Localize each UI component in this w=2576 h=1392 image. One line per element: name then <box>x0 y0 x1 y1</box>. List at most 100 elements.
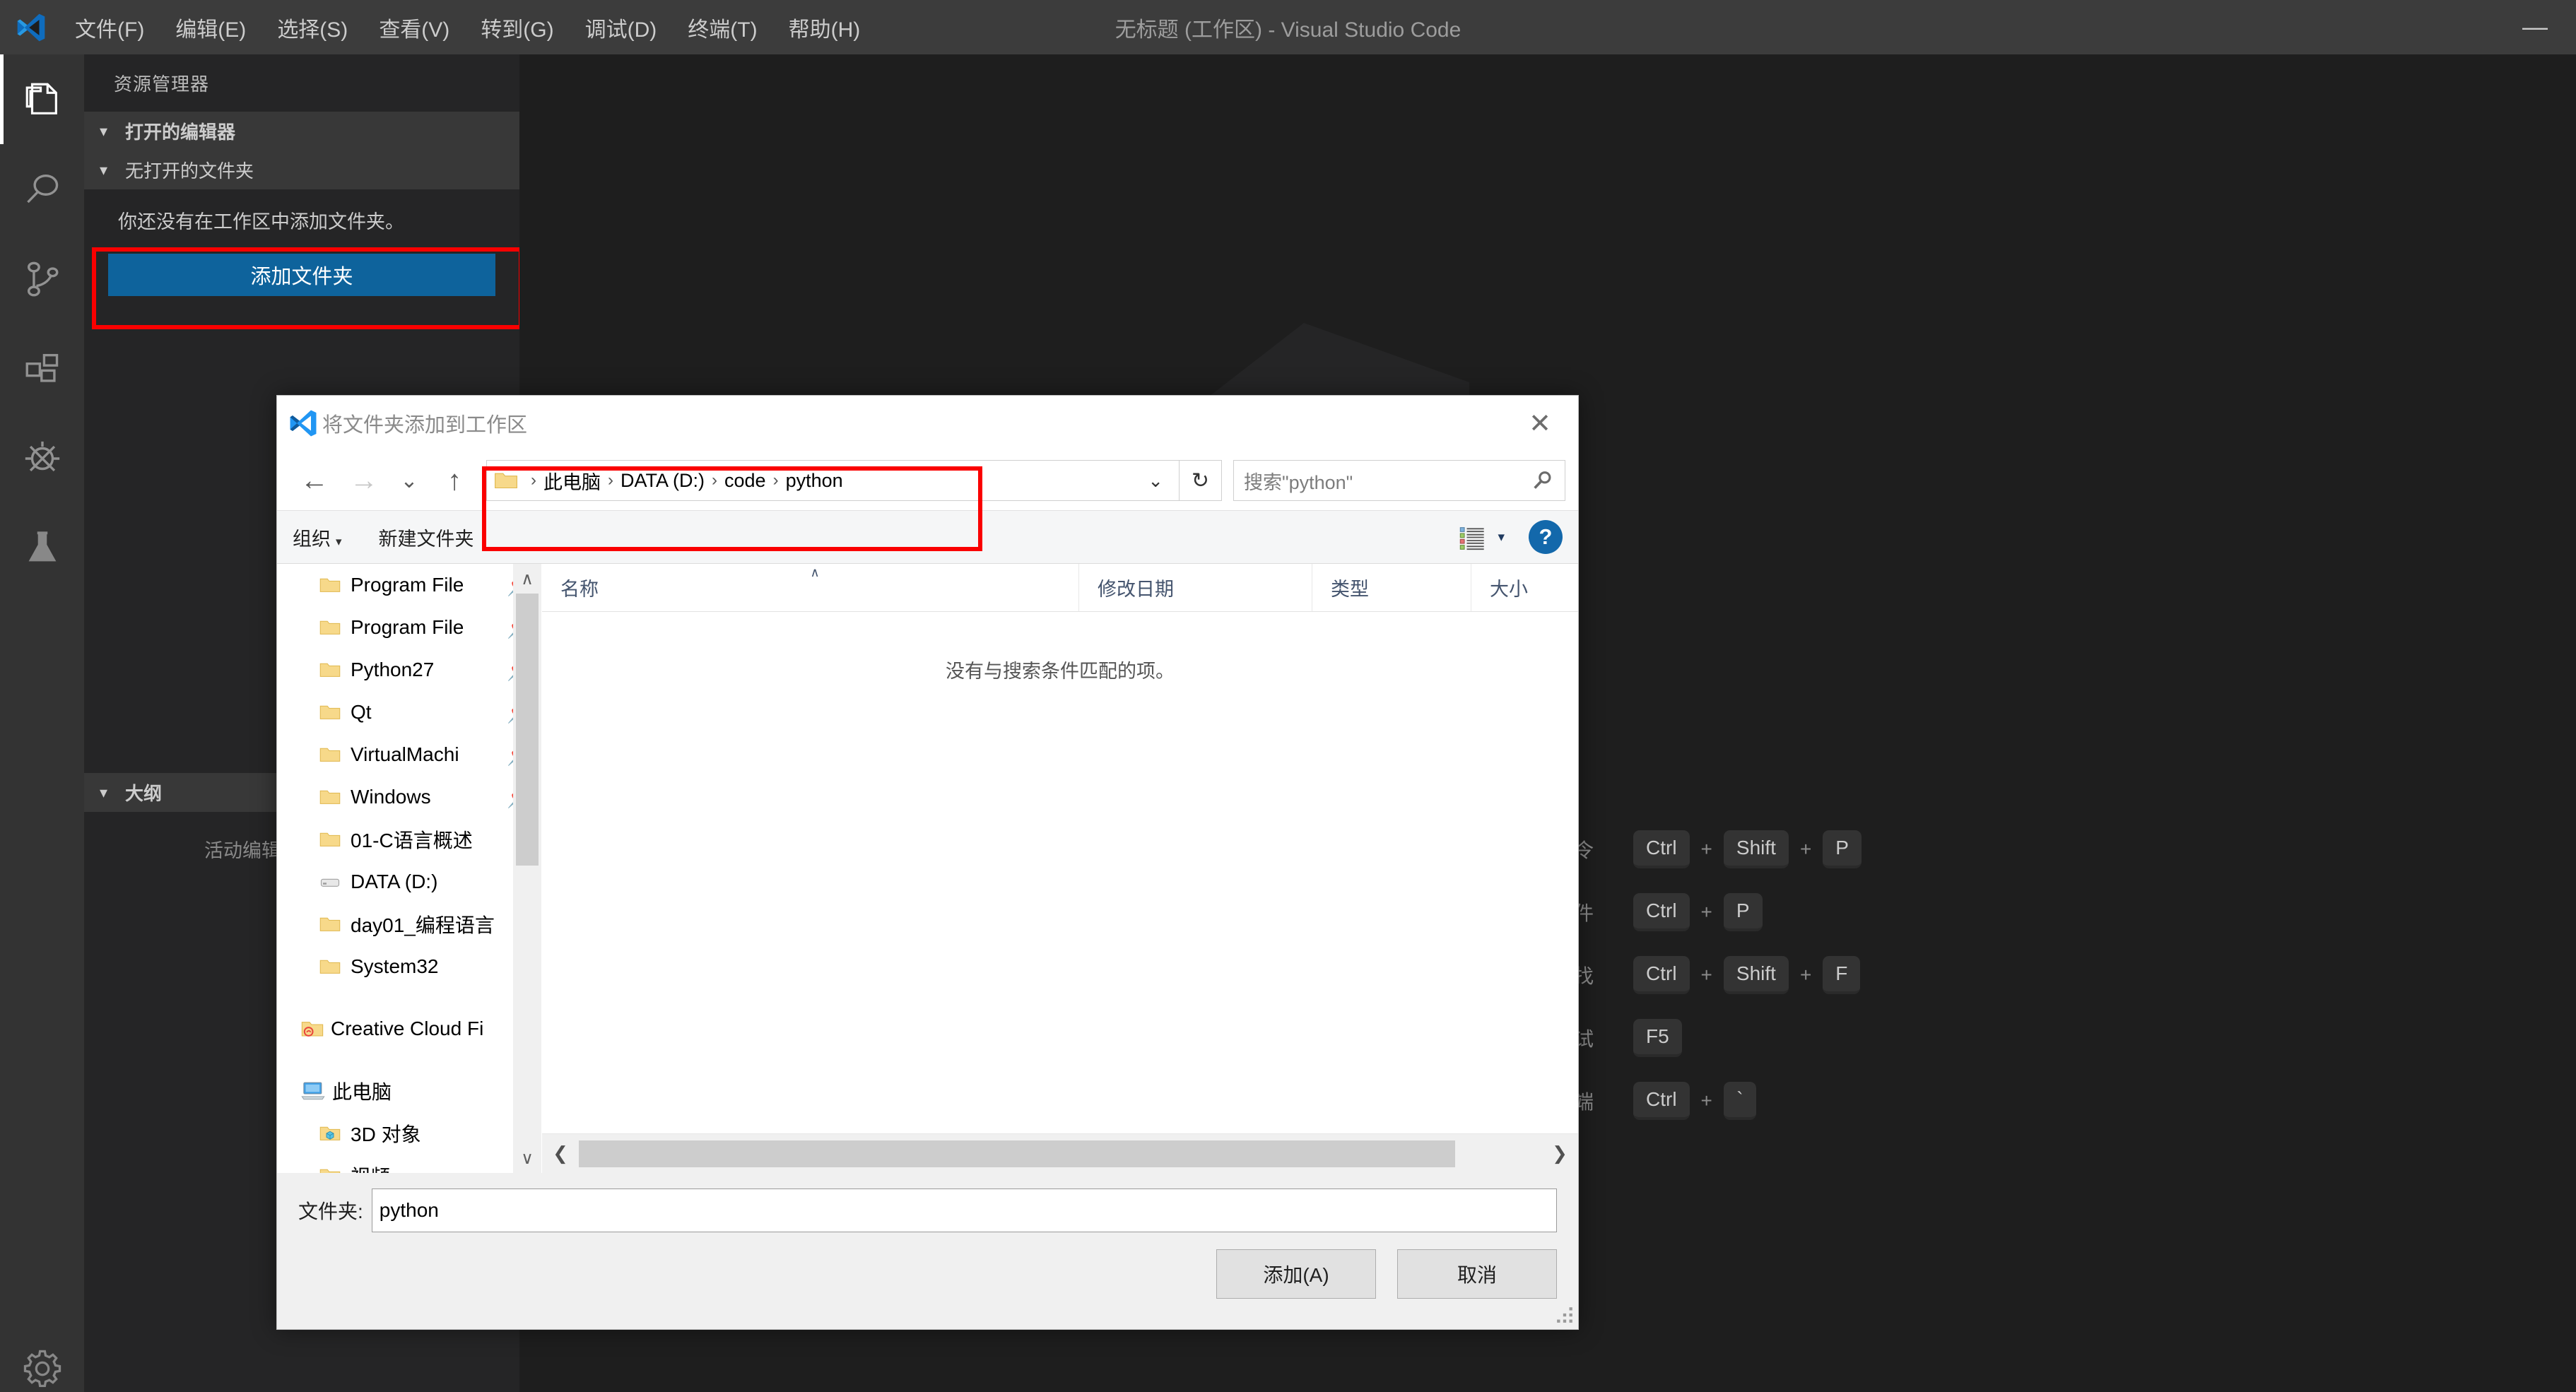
menu-item-help[interactable]: 帮助(H) <box>773 5 876 50</box>
hscroll-left-icon[interactable]: ❮ <box>542 1143 579 1164</box>
refresh-button[interactable]: ↻ <box>1180 460 1222 501</box>
column-header-date-label: 修改日期 <box>1098 579 1174 600</box>
column-header-name[interactable]: ∧ 名称 <box>542 564 1079 611</box>
vscode-logo-icon <box>290 410 317 437</box>
column-header-name-label: 名称 <box>560 579 599 600</box>
empty-workspace-note: 你还没有在工作区中添加文件夹。 <box>118 211 404 232</box>
up-button[interactable]: ↑ <box>430 456 479 505</box>
menu-item-debug[interactable]: 调试(D) <box>570 5 673 50</box>
resize-grip-icon[interactable] <box>1555 1306 1574 1324</box>
activity-item-source-control[interactable] <box>0 234 84 324</box>
dialog-close-button[interactable]: ✕ <box>1502 396 1578 451</box>
plus-sign: + <box>1700 1089 1712 1111</box>
cancel-button[interactable]: 取消 <box>1397 1249 1557 1299</box>
tree-item[interactable]: 此电脑 <box>277 1070 541 1112</box>
tree-item[interactable]: Program File 📌 <box>277 564 541 606</box>
tree-item[interactable]: 01-C语言概述 <box>277 818 541 861</box>
breadcrumb-dropdown-icon[interactable]: ⌄ <box>1136 470 1175 492</box>
tree-item[interactable]: 3D 对象 <box>277 1112 541 1155</box>
dialog-body: Program File 📌 Program File 📌 Python27 📌… <box>277 564 1578 1173</box>
folder-name-label: 文件夹: <box>298 1201 363 1222</box>
file-list-hscrollbar[interactable]: ❮ ❯ <box>542 1133 1578 1173</box>
organize-button[interactable]: 组织 ▾ <box>293 524 342 551</box>
sort-ascending-icon: ∧ <box>810 565 820 579</box>
folder-name-input[interactable]: python <box>371 1188 1557 1232</box>
folder-icon <box>319 663 341 677</box>
tree-item[interactable]: Program File 📌 <box>277 606 541 649</box>
column-header-date-modified[interactable]: 修改日期 <box>1079 564 1312 611</box>
add-button[interactable]: 添加(A) <box>1216 1249 1376 1299</box>
menu-item-view[interactable]: 查看(V) <box>363 5 465 50</box>
dialog-titlebar: 将文件夹添加到工作区 ✕ <box>277 396 1578 451</box>
organize-label: 组织 <box>293 528 331 550</box>
back-button[interactable]: ← <box>290 456 339 505</box>
tree-item-label: System32 <box>351 955 439 977</box>
tree-scrollbar[interactable]: ∧ ∨ <box>513 564 541 1173</box>
folder-icon <box>319 748 341 762</box>
column-header-type[interactable]: 类型 <box>1312 564 1471 611</box>
tree-item[interactable]: Creative Cloud Fi <box>277 1008 541 1050</box>
plus-sign: + <box>1700 963 1712 986</box>
activity-item-search[interactable] <box>0 144 84 234</box>
breadcrumb-item-code[interactable]: code <box>724 470 766 492</box>
forward-button[interactable]: → <box>339 456 389 505</box>
folder-icon <box>495 473 517 489</box>
breadcrumb-item-this-pc[interactable]: 此电脑 <box>543 467 601 495</box>
tree-item[interactable]: Windows 📌 <box>277 776 541 818</box>
tree-item-label: Qt <box>351 701 372 723</box>
tree-item[interactable]: day01_编程语言 <box>277 903 541 945</box>
menu-item-selection[interactable]: 选择(S) <box>261 5 363 50</box>
menu-item-terminal[interactable]: 终端(T) <box>672 5 772 50</box>
menu-item-file[interactable]: 文件(F) <box>59 5 160 50</box>
tree-item[interactable]: DATA (D:) <box>277 861 541 903</box>
key-cap: P <box>1823 830 1862 868</box>
key-cap: P <box>1723 892 1763 931</box>
videos-icon <box>319 1169 341 1173</box>
activity-item-debug[interactable] <box>0 413 84 503</box>
column-header-size[interactable]: 大小 <box>1471 564 1563 611</box>
new-folder-button[interactable]: 新建文件夹 <box>379 524 474 551</box>
places-tree: Program File 📌 Program File 📌 Python27 📌… <box>277 564 542 1173</box>
scroll-up-icon[interactable]: ∧ <box>513 564 541 594</box>
key-cap: Shift <box>1723 955 1789 994</box>
menu-item-edit[interactable]: 编辑(E) <box>160 5 261 50</box>
hscroll-right-icon[interactable]: ❯ <box>1541 1143 1578 1164</box>
column-header-size-label: 大小 <box>1490 579 1528 600</box>
tree-item[interactable]: VirtualMachi 📌 <box>277 733 541 776</box>
search-box[interactable]: 搜索"python" <box>1233 460 1565 501</box>
search-input[interactable]: 搜索"python" <box>1244 467 1531 495</box>
scroll-down-icon[interactable]: ∨ <box>513 1143 541 1173</box>
view-mode-button[interactable]: ▾ <box>1458 523 1505 551</box>
recent-locations-button[interactable]: ⌄ <box>389 456 430 505</box>
activity-item-extensions[interactable] <box>0 324 84 413</box>
key-cap: Ctrl <box>1633 892 1690 931</box>
add-folder-dialog: 将文件夹添加到工作区 ✕ ← → ⌄ ↑ › 此电脑 › DATA (D:) ›… <box>276 395 1579 1330</box>
tree-item[interactable]: System32 <box>277 945 541 988</box>
breadcrumb-leading-separator: › <box>531 471 536 490</box>
tree-item[interactable]: Python27 📌 <box>277 649 541 691</box>
tree-item[interactable]: 视频 <box>277 1155 541 1173</box>
help-button[interactable]: ? <box>1529 520 1563 554</box>
hscroll-thumb[interactable] <box>579 1140 1455 1167</box>
column-header-type-label: 类型 <box>1331 579 1369 600</box>
chevron-down-icon: ▾ <box>336 534 342 548</box>
scrollbar-thumb[interactable] <box>516 594 539 866</box>
menu-item-go[interactable]: 转到(G) <box>465 5 569 50</box>
add-folder-button[interactable]: 添加文件夹 <box>108 253 495 296</box>
section-no-folder[interactable]: ▾ 无打开的文件夹 <box>84 151 519 189</box>
activity-item-explorer[interactable] <box>0 54 84 144</box>
minimize-button[interactable]: — <box>2522 14 2548 40</box>
tree-item-label: Program File <box>351 616 464 638</box>
activity-item-testing[interactable] <box>0 503 84 593</box>
breadcrumb-item-data-d[interactable]: DATA (D:) <box>621 470 705 492</box>
breadcrumb-item-python[interactable]: python <box>786 470 843 492</box>
file-list: ∧ 名称 修改日期 类型 大小 没有与搜索条件匹配的项。 ❮ ❯ <box>542 564 1578 1173</box>
breadcrumb[interactable]: › 此电脑 › DATA (D:) › code › python ⌄ <box>486 460 1180 501</box>
tree-item[interactable]: Qt 📌 <box>277 691 541 733</box>
source-control-icon <box>27 261 58 296</box>
3d-objects-icon <box>319 1126 341 1140</box>
section-open-editors[interactable]: ▾ 打开的编辑器 <box>84 112 519 151</box>
activity-item-manage[interactable] <box>0 1323 84 1392</box>
app-window: 文件(F) 编辑(E) 选择(S) 查看(V) 转到(G) 调试(D) 终端(T… <box>0 0 2576 1392</box>
hscroll-track[interactable] <box>579 1140 1541 1167</box>
